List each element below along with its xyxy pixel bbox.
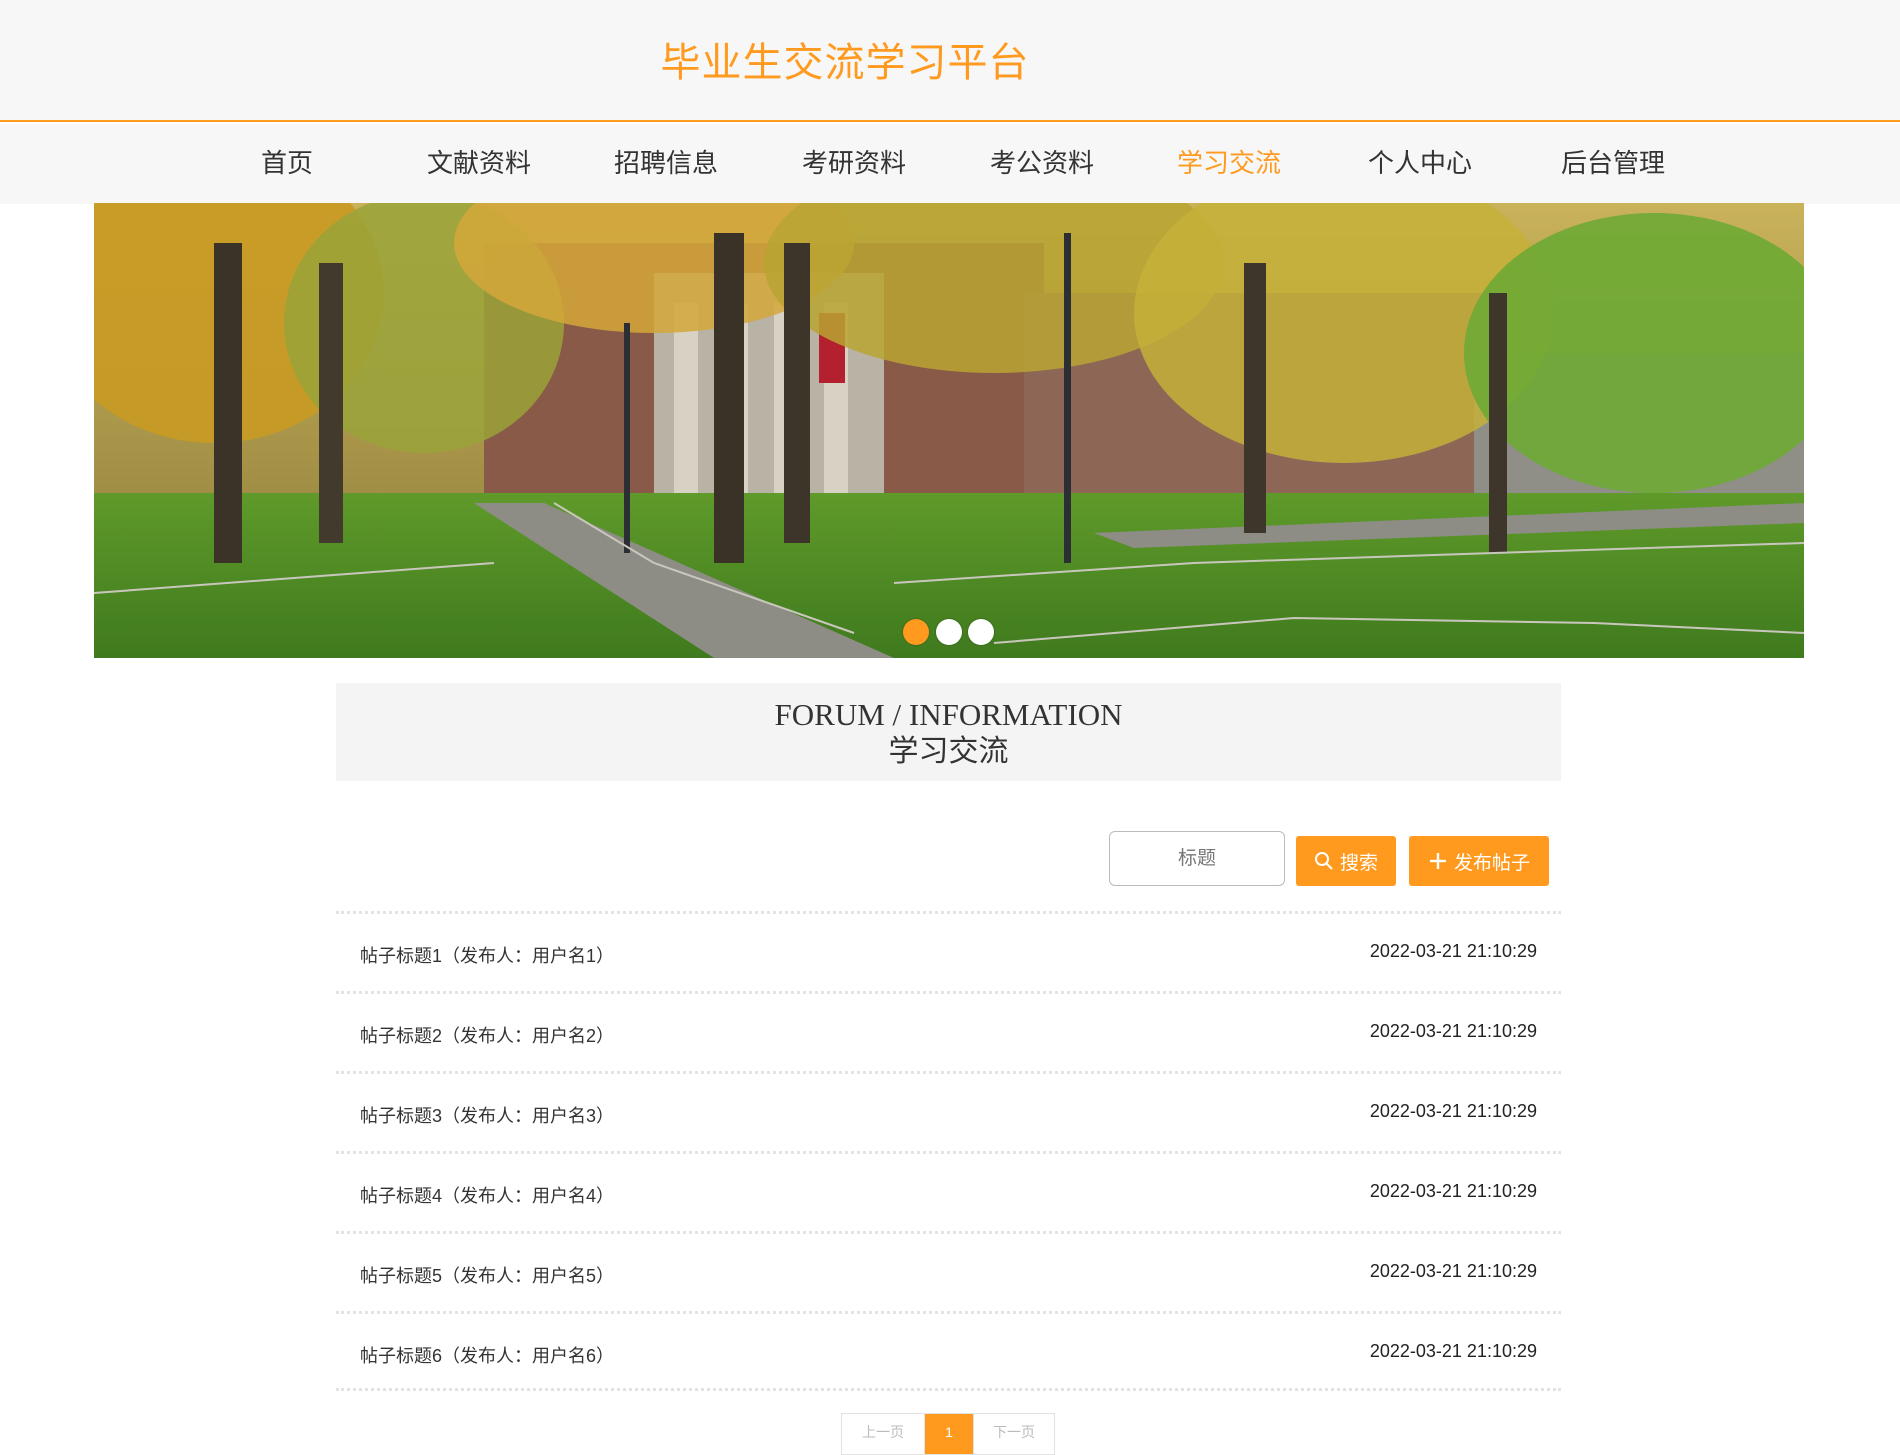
post-time: 2022-03-21 21:10:29	[1369, 1021, 1537, 1041]
search-icon	[1314, 852, 1333, 870]
post-time: 2022-03-21 21:10:29	[1369, 1101, 1537, 1121]
publish-post-label: 发布帖子	[1453, 852, 1530, 874]
carousel-dots	[0, 619, 1900, 649]
prev-page-button[interactable]: 上一页	[842, 1414, 925, 1454]
nav-item-jobs[interactable]: 招聘信息	[614, 124, 718, 204]
nav-item-admin[interactable]: 后台管理	[1561, 124, 1665, 204]
nav-item-postgrad[interactable]: 考研资料	[802, 124, 906, 204]
post-title[interactable]: 帖子标题2（发布人：用户名2）	[360, 1022, 614, 1048]
post-time: 2022-03-21 21:10:29	[1369, 1341, 1537, 1361]
nav-item-study-exchange[interactable]: 学习交流	[1177, 124, 1281, 204]
title-search-input[interactable]	[1109, 831, 1285, 886]
section-title-cn: 学习交流	[888, 735, 1009, 768]
post-time: 2022-03-21 21:10:29	[1369, 941, 1537, 961]
post-time: 2022-03-21 21:10:29	[1369, 1181, 1537, 1201]
post-list: 帖子标题1（发布人：用户名1） 2022-03-21 21:10:29 帖子标题…	[336, 911, 1561, 1391]
search-button-label: 搜索	[1339, 852, 1378, 874]
nav-item-personal-center[interactable]: 个人中心	[1368, 124, 1472, 204]
nav-item-literature[interactable]: 文献资料	[427, 124, 531, 204]
publish-post-button[interactable]: 发布帖子	[1409, 836, 1549, 886]
section-title-en: FORUM / INFORMATION	[774, 697, 1123, 732]
search-button[interactable]: 搜索	[1296, 836, 1396, 886]
banner-image	[94, 203, 1804, 658]
carousel-dot-3[interactable]	[968, 619, 994, 645]
page-number-current[interactable]: 1	[925, 1414, 973, 1454]
post-title[interactable]: 帖子标题6（发布人：用户名6）	[360, 1342, 614, 1368]
plus-icon	[1429, 853, 1446, 869]
post-time: 2022-03-21 21:10:29	[1369, 1261, 1537, 1281]
carousel-dot-1[interactable]	[903, 619, 929, 645]
nav-item-civil-service[interactable]: 考公资料	[990, 124, 1094, 204]
post-title[interactable]: 帖子标题5（发布人：用户名5）	[360, 1262, 614, 1288]
main-nav: 首页 文献资料 招聘信息 考研资料 考公资料 学习交流 个人中心 后台管理	[0, 124, 1900, 204]
next-page-button[interactable]: 下一页	[973, 1414, 1054, 1454]
section-title: FORUM / INFORMATION 学习交流	[336, 683, 1561, 781]
pagination: 上一页 1 下一页	[841, 1413, 1055, 1455]
post-title[interactable]: 帖子标题3（发布人：用户名3）	[360, 1102, 614, 1128]
carousel-dot-2[interactable]	[936, 619, 962, 645]
list-item[interactable]: 帖子标题1（发布人：用户名1） 2022-03-21 21:10:29	[336, 911, 1561, 991]
site-header: 毕业生交流学习平台	[0, 0, 1900, 122]
list-item[interactable]: 帖子标题6（发布人：用户名6） 2022-03-21 21:10:29	[336, 1311, 1561, 1391]
list-item[interactable]: 帖子标题3（发布人：用户名3） 2022-03-21 21:10:29	[336, 1071, 1561, 1151]
post-title[interactable]: 帖子标题4（发布人：用户名4）	[360, 1182, 614, 1208]
nav-item-home[interactable]: 首页	[261, 124, 313, 204]
post-title[interactable]: 帖子标题1（发布人：用户名1）	[360, 942, 614, 968]
list-item[interactable]: 帖子标题5（发布人：用户名5） 2022-03-21 21:10:29	[336, 1231, 1561, 1311]
list-item[interactable]: 帖子标题2（发布人：用户名2） 2022-03-21 21:10:29	[336, 991, 1561, 1071]
list-item[interactable]: 帖子标题4（发布人：用户名4） 2022-03-21 21:10:29	[336, 1151, 1561, 1231]
banner-carousel[interactable]	[94, 203, 1804, 658]
site-title: 毕业生交流学习平台	[660, 41, 1030, 85]
